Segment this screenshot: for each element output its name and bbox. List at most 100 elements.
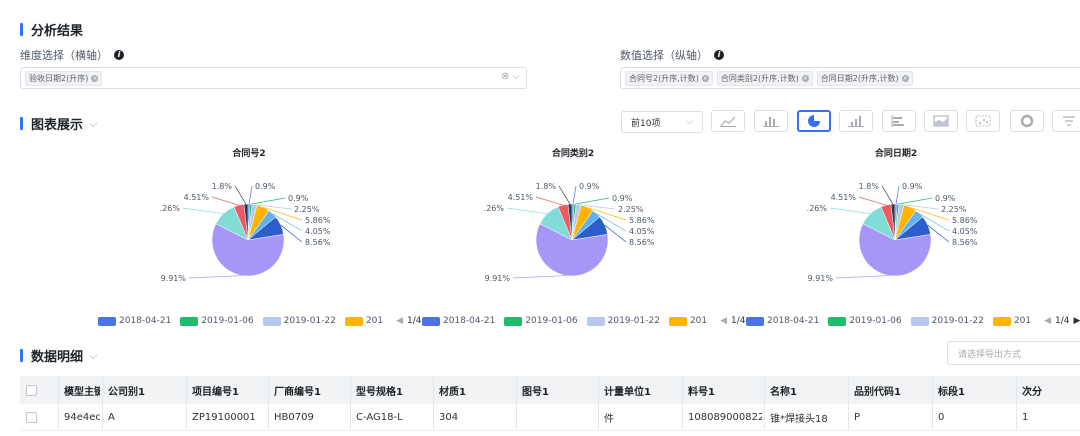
filter-button[interactable] [1052,110,1080,132]
top-n-value: 前10项 [631,118,661,129]
leader-line [558,185,571,205]
leader-line [188,275,243,279]
value-tag[interactable]: 合同日期2(升序,计数) × [816,70,913,86]
slice-label: 4.51% [184,193,210,202]
legend-page-indicator: 1/4 [731,316,746,326]
info-icon[interactable]: i [114,50,124,60]
chevron-right-icon[interactable]: ▶ [1074,316,1080,326]
dimension-label: 维度选择（横轴） i [20,47,124,63]
legend-item[interactable]: 2018-04-21 [422,316,495,326]
scatter-chart-button[interactable] [966,110,1000,132]
horizontal-bar-button[interactable] [882,110,916,132]
analysis-title-text: 分析结果 [31,24,84,39]
slice-label: 8.56% [952,238,978,247]
value-select[interactable]: 合同号2(升序,计数) × 合同类别2(升序,计数) × 合同日期2(升序,计数) × [620,67,1080,89]
filter-icon [1063,116,1075,126]
chart-section-title[interactable]: 图表展示 ⌵ [20,114,97,133]
legend-item[interactable]: 2019-01-06 [828,316,902,326]
legend-item[interactable]: 2019-01-22 [262,316,336,326]
column-divider [598,404,599,430]
column-chart-button[interactable] [839,110,873,132]
table-cell: P [854,411,861,423]
chevron-down-icon[interactable]: ⌵ [89,349,97,363]
column-divider [58,404,59,430]
column-header[interactable]: 项目编号1 [192,376,266,404]
slice-label: 1.8% [859,182,880,191]
column-header[interactable]: 图号1 [522,376,596,404]
chevron-left-icon[interactable]: ◀ [396,316,403,326]
column-header[interactable]: 型号规格1 [356,376,431,404]
legend-item[interactable]: 201 [668,316,707,326]
leader-line [574,197,610,205]
chevron-down-icon[interactable]: ⌵ [89,117,97,131]
line-chart-button[interactable] [711,110,745,132]
value-tag[interactable]: 合同类别2(升序,计数) × [716,70,813,86]
column-header[interactable]: 名称1 [770,376,846,404]
legend-item[interactable]: 2019-01-06 [180,316,254,326]
donut-chart-icon [1020,114,1034,128]
area-chart-button[interactable] [924,110,958,132]
column-divider [932,404,933,430]
leader-line [182,207,224,215]
slice-label: 4.05% [305,227,331,236]
clear-icon[interactable]: ⊗ [501,71,509,82]
legend-item[interactable]: 2018-04-21 [98,316,171,326]
column-header[interactable]: 计量单位1 [604,376,680,404]
line-chart-icon [720,116,736,127]
column-header[interactable]: 品别代码1 [854,376,930,404]
chevron-left-icon[interactable]: ◀ [720,316,727,326]
legend-item[interactable]: 2018-04-21 [746,316,819,326]
dimension-tag[interactable]: 验收日期2(升序) × [25,70,103,86]
close-icon[interactable]: × [901,74,909,82]
dimension-tag-label: 验收日期2(升序) [29,73,89,83]
scatter-chart-icon [975,115,991,127]
legend-item[interactable]: 2019-01-22 [910,316,984,326]
legend-page-indicator: 1/4 [407,316,422,326]
bar-chart-button[interactable] [754,110,788,132]
table-row[interactable]: 94e4ec3ca1... A ZP19100001 HB0709 C-AG18-L 30… [20,404,1080,431]
legend-swatch [910,316,929,326]
close-icon[interactable]: × [701,74,709,82]
row-checkbox[interactable] [26,404,46,430]
legend-item[interactable]: 201 [992,316,1031,326]
slice-label: 1.8% [536,182,557,191]
pie-chart: 0.9% 0.9% 2.25% 5.86% 4.05% 8.56% 59.91% 11.26%… [160,182,331,283]
chart-legend: 2018-04-21 2019-01-06 2019-01-22 201 ◀ 1… [746,316,1080,326]
legend-item[interactable]: 201 [344,316,383,326]
chevron-left-icon[interactable]: ◀ [1044,316,1051,326]
close-icon[interactable]: × [91,74,99,82]
donut-chart-button[interactable] [1010,110,1044,132]
leader-line [211,196,240,206]
legend-item[interactable]: 2019-01-06 [504,316,578,326]
export-select[interactable]: 请选择导出方式 [947,341,1080,365]
pie-chart-button[interactable] [797,110,831,132]
top-n-select[interactable]: 前10项 ⌵ [621,111,703,133]
pie-chart-icon [808,115,820,127]
value-tag[interactable]: 合同号2(升序,计数) × [625,70,713,86]
column-header[interactable]: 材质1 [439,376,514,404]
data-detail-section-title[interactable]: 数据明细 ⌵ [20,346,97,365]
column-header[interactable]: 厂商编号1 [274,376,348,404]
column-divider [350,376,351,404]
slice-label: 0.9% [579,182,600,191]
column-header[interactable]: 标段1 [938,376,1014,404]
legend-item[interactable]: 2019-01-22 [586,316,660,326]
column-header[interactable]: 次分 [1022,376,1080,404]
row-checkbox[interactable] [26,376,46,404]
column-header[interactable]: 公司别1 [108,376,184,404]
info-icon[interactable]: i [714,50,724,60]
column-header[interactable]: 模型主键Id1 [64,376,100,404]
close-icon[interactable]: × [801,74,809,82]
leader-line [897,197,933,205]
analysis-section-title: 分析结果 [20,20,83,39]
dimension-select[interactable]: 验收日期2(升序) × ⊗ ⌵ [20,67,527,89]
column-divider [764,376,765,404]
leader-line [895,185,900,205]
slice-label: 5.86% [952,216,978,225]
column-divider [58,376,59,404]
section-accent-bar [20,23,23,36]
slice-label: 4.51% [508,193,534,202]
column-header[interactable]: 料号1 [688,376,762,404]
column-divider [516,404,517,430]
chevron-down-icon[interactable]: ⌵ [512,71,520,82]
